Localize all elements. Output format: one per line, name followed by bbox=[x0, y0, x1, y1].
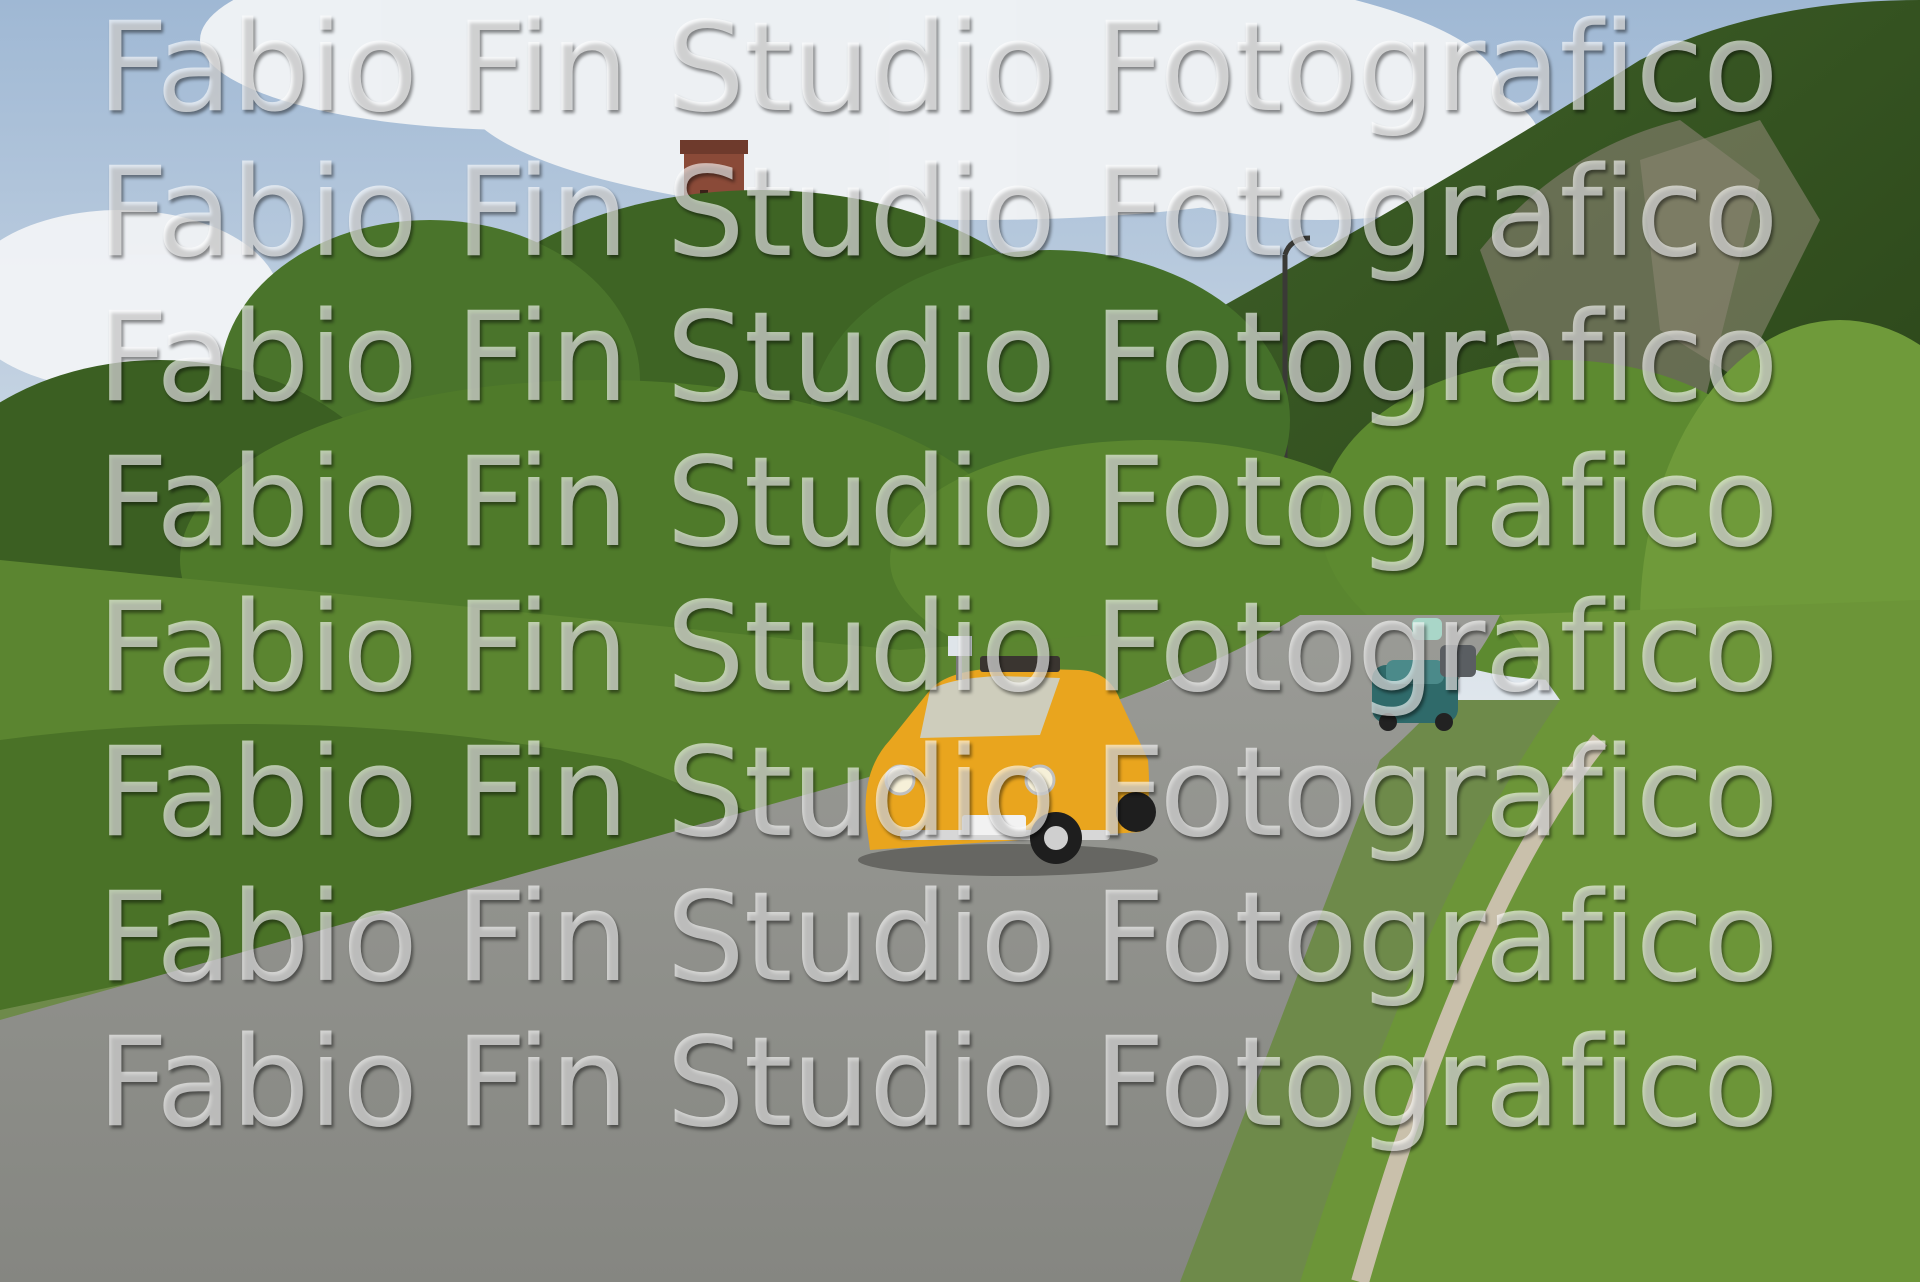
distant-car-grey bbox=[1440, 645, 1476, 677]
distant-car-mint bbox=[1412, 618, 1442, 640]
photo: Fabio Fin Studio Fotografico Fabio Fin S… bbox=[0, 0, 1920, 1282]
landscape-scene bbox=[0, 0, 1920, 1282]
